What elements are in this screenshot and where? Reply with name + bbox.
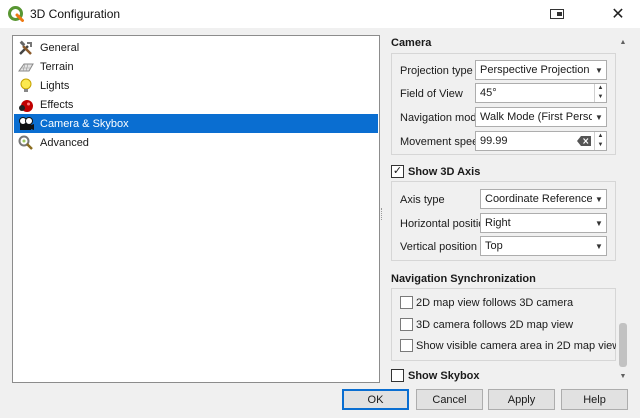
horizontal-position-select[interactable]: Right ▼ (480, 213, 607, 233)
field-of-view-spinbox[interactable]: 45° ▲ ▼ (475, 83, 607, 103)
window-restore-icon (550, 9, 564, 19)
navigation-sync-section-title: Navigation Synchronization (391, 273, 536, 285)
movement-speed-label: Movement speed (400, 136, 485, 148)
field-of-view-label: Field of View (400, 88, 463, 100)
sidebar-item-camera-skybox[interactable]: Camera & Skybox (14, 114, 378, 133)
title-bar: 3D Configuration ✕ (0, 0, 640, 28)
show-skybox-label: Show Skybox (408, 370, 480, 382)
apply-button[interactable]: Apply (488, 389, 555, 410)
splitter-handle[interactable] (381, 208, 383, 220)
window-title: 3D Configuration (30, 7, 121, 21)
spin-up-icon[interactable]: ▲ (595, 84, 606, 93)
sync-2d-follows-3d-label: 2D map view follows 3D camera (416, 297, 574, 309)
vertical-position-select[interactable]: Top ▼ (480, 236, 607, 256)
navigation-mode-label: Navigation mode (400, 112, 483, 124)
sidebar-item-lights[interactable]: Lights (14, 76, 378, 95)
sidebar-item-label: General (40, 41, 80, 54)
effects-sphere-icon (19, 99, 33, 112)
show-camera-area-label: Show visible camera area in 2D map view (416, 340, 621, 352)
sidebar-item-advanced[interactable]: Advanced (14, 133, 378, 152)
movement-speed-spinbox[interactable]: 99.99 ▲ ▼ (475, 131, 607, 151)
sidebar-item-label: Lights (40, 79, 70, 92)
ok-button[interactable]: OK (342, 389, 409, 410)
tools-icon (19, 40, 32, 55)
sync-3d-follows-2d-checkbox[interactable] (400, 318, 413, 331)
close-button[interactable]: ✕ (603, 3, 633, 25)
spin-buttons[interactable]: ▲ ▼ (594, 84, 606, 102)
qgis-logo-icon (8, 6, 24, 22)
show-camera-area-checkbox[interactable] (400, 339, 413, 352)
scroll-thumb[interactable] (619, 323, 627, 367)
projection-type-select[interactable]: Perspective Projection ▼ (475, 60, 607, 80)
sync-3d-follows-2d-label: 3D camera follows 2D map view (416, 319, 574, 331)
show-3d-axis-label: Show 3D Axis (408, 166, 481, 178)
vertical-position-label: Vertical position (400, 241, 478, 253)
clear-field-icon[interactable] (577, 136, 591, 146)
chevron-down-icon: ▼ (595, 194, 603, 204)
spin-buttons[interactable]: ▲ ▼ (594, 132, 606, 150)
scroll-up-icon[interactable]: ▲ (616, 35, 630, 49)
advanced-icon (18, 135, 33, 150)
show-skybox-checkbox[interactable] (391, 369, 404, 382)
sync-2d-follows-3d-checkbox[interactable] (400, 296, 413, 309)
sidebar-item-label: Terrain (40, 60, 74, 73)
spin-up-icon[interactable]: ▲ (595, 132, 606, 141)
checkmark-icon: ✓ (392, 165, 403, 177)
settings-category-list: General Terrain Lights Effects Camera & … (12, 35, 380, 383)
scroll-down-icon[interactable]: ▼ (616, 369, 630, 383)
sidebar-item-label: Effects (40, 98, 74, 111)
spin-down-icon[interactable]: ▼ (595, 93, 606, 102)
lightbulb-icon (20, 78, 32, 92)
sidebar-item-general[interactable]: General (14, 38, 378, 57)
axis-type-select[interactable]: Coordinate Reference System ▼ (480, 189, 607, 209)
sidebar-item-effects[interactable]: Effects (14, 95, 378, 114)
settings-panel: Camera Projection type Perspective Proje… (389, 35, 629, 383)
chevron-down-icon: ▼ (595, 241, 603, 251)
chevron-down-icon: ▼ (595, 218, 603, 228)
terrain-icon (18, 63, 34, 71)
camera-section-title: Camera (391, 37, 432, 49)
restore-button[interactable] (545, 5, 569, 23)
camera-icon (19, 116, 34, 130)
axis-type-label: Axis type (400, 194, 445, 206)
sidebar-item-label: Camera & Skybox (40, 117, 129, 130)
settings-scrollbar[interactable]: ▲ ▼ (616, 35, 630, 383)
cancel-button[interactable]: Cancel (416, 389, 483, 410)
navigation-mode-select[interactable]: Walk Mode (First Person) ▼ (475, 107, 607, 127)
chevron-down-icon: ▼ (595, 112, 603, 122)
close-icon: ✕ (611, 6, 625, 23)
show-3d-axis-checkbox[interactable]: ✓ (391, 165, 404, 178)
sidebar-item-terrain[interactable]: Terrain (14, 57, 378, 76)
chevron-down-icon: ▼ (595, 65, 603, 75)
spin-down-icon[interactable]: ▼ (595, 141, 606, 150)
projection-type-label: Projection type (400, 65, 473, 77)
sidebar-item-label: Advanced (40, 136, 89, 149)
help-button[interactable]: Help (561, 389, 628, 410)
horizontal-position-label: Horizontal position (400, 218, 491, 230)
